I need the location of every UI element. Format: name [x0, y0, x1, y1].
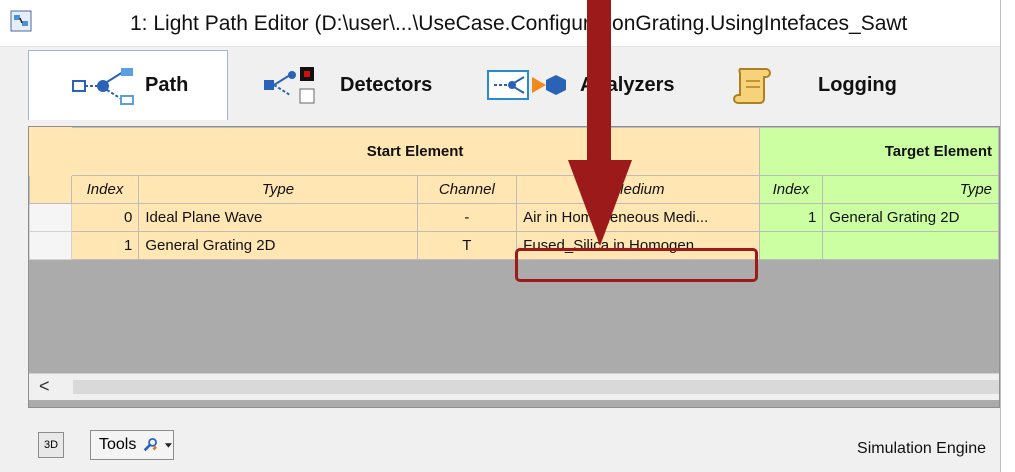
- row-selector[interactable]: [29, 231, 72, 260]
- light-path-grid: Start Element Target Element Index Type …: [28, 126, 1000, 408]
- column-header-target-index[interactable]: Index: [758, 175, 824, 204]
- window-title: 1: Light Path Editor (D:\user\...\UseCas…: [130, 12, 908, 35]
- column-header-index[interactable]: Index: [70, 175, 140, 204]
- cell-index[interactable]: 1: [70, 231, 140, 260]
- tab-logging[interactable]: Logging: [732, 50, 962, 120]
- annotation-arrow: [568, 0, 632, 246]
- row-header-corner: [29, 127, 72, 176]
- cell-target-index[interactable]: [758, 231, 824, 260]
- light-path-editor-window: 1: Light Path Editor (D:\user\...\UseCas…: [0, 0, 1001, 472]
- target-element-group-header: Target Element: [758, 127, 999, 176]
- path-icon: [72, 67, 134, 105]
- tools-button[interactable]: Tools: [90, 430, 174, 460]
- wrench-icon: [144, 437, 158, 452]
- cell-target-type[interactable]: [822, 231, 999, 260]
- tab-path-label: Path: [145, 74, 189, 96]
- tab-logging-label: Logging: [818, 73, 897, 96]
- tab-detectors-label: Detectors: [340, 73, 433, 96]
- dropdown-arrow-icon: [165, 443, 173, 448]
- tools-label: Tools: [99, 436, 137, 453]
- light-path-table: Start Element Target Element Index Type …: [29, 127, 999, 260]
- table-row[interactable]: 1 General Grating 2D T Fused_Silica in H…: [29, 231, 999, 260]
- row-header-corner-2: [29, 175, 72, 204]
- row-selector[interactable]: [29, 203, 72, 232]
- table-row[interactable]: 0 Ideal Plane Wave - Air in Homogeneous …: [29, 203, 999, 232]
- cell-channel[interactable]: T: [416, 231, 518, 260]
- title-bar: 1: Light Path Editor (D:\user\...\UseCas…: [0, 0, 1000, 47]
- tab-detectors[interactable]: Detectors: [260, 50, 480, 120]
- cell-target-index[interactable]: 1: [758, 203, 824, 232]
- cell-type[interactable]: Ideal Plane Wave: [138, 203, 418, 232]
- status-bar: 3D Tools Simulation Engine: [28, 420, 1000, 472]
- horizontal-scrollbar[interactable]: <: [29, 373, 999, 400]
- scroll-icon: [733, 68, 771, 104]
- view-3d-button[interactable]: 3D: [38, 432, 64, 458]
- start-element-group-header: Start Element: [70, 127, 760, 176]
- column-header-type[interactable]: Type: [138, 175, 418, 204]
- editor-toolbar: Path Detectors Analyzers Logging: [28, 50, 1000, 120]
- cell-target-type[interactable]: General Grating 2D: [822, 203, 999, 232]
- tab-path[interactable]: Path: [28, 50, 228, 120]
- view-3d-label: 3D: [43, 439, 59, 451]
- cell-type[interactable]: General Grating 2D: [138, 231, 418, 260]
- app-icon: [10, 10, 32, 32]
- detectors-icon: [264, 67, 315, 104]
- scrollbar-track[interactable]: [73, 380, 999, 394]
- cell-channel[interactable]: -: [416, 203, 518, 232]
- scroll-left-icon[interactable]: <: [39, 376, 50, 397]
- column-header-channel[interactable]: Channel: [416, 175, 518, 204]
- cell-index[interactable]: 0: [70, 203, 140, 232]
- simulation-engine-label: Simulation Engine: [857, 440, 986, 457]
- column-header-target-type[interactable]: Type: [822, 175, 999, 204]
- highlight-box: [515, 248, 758, 282]
